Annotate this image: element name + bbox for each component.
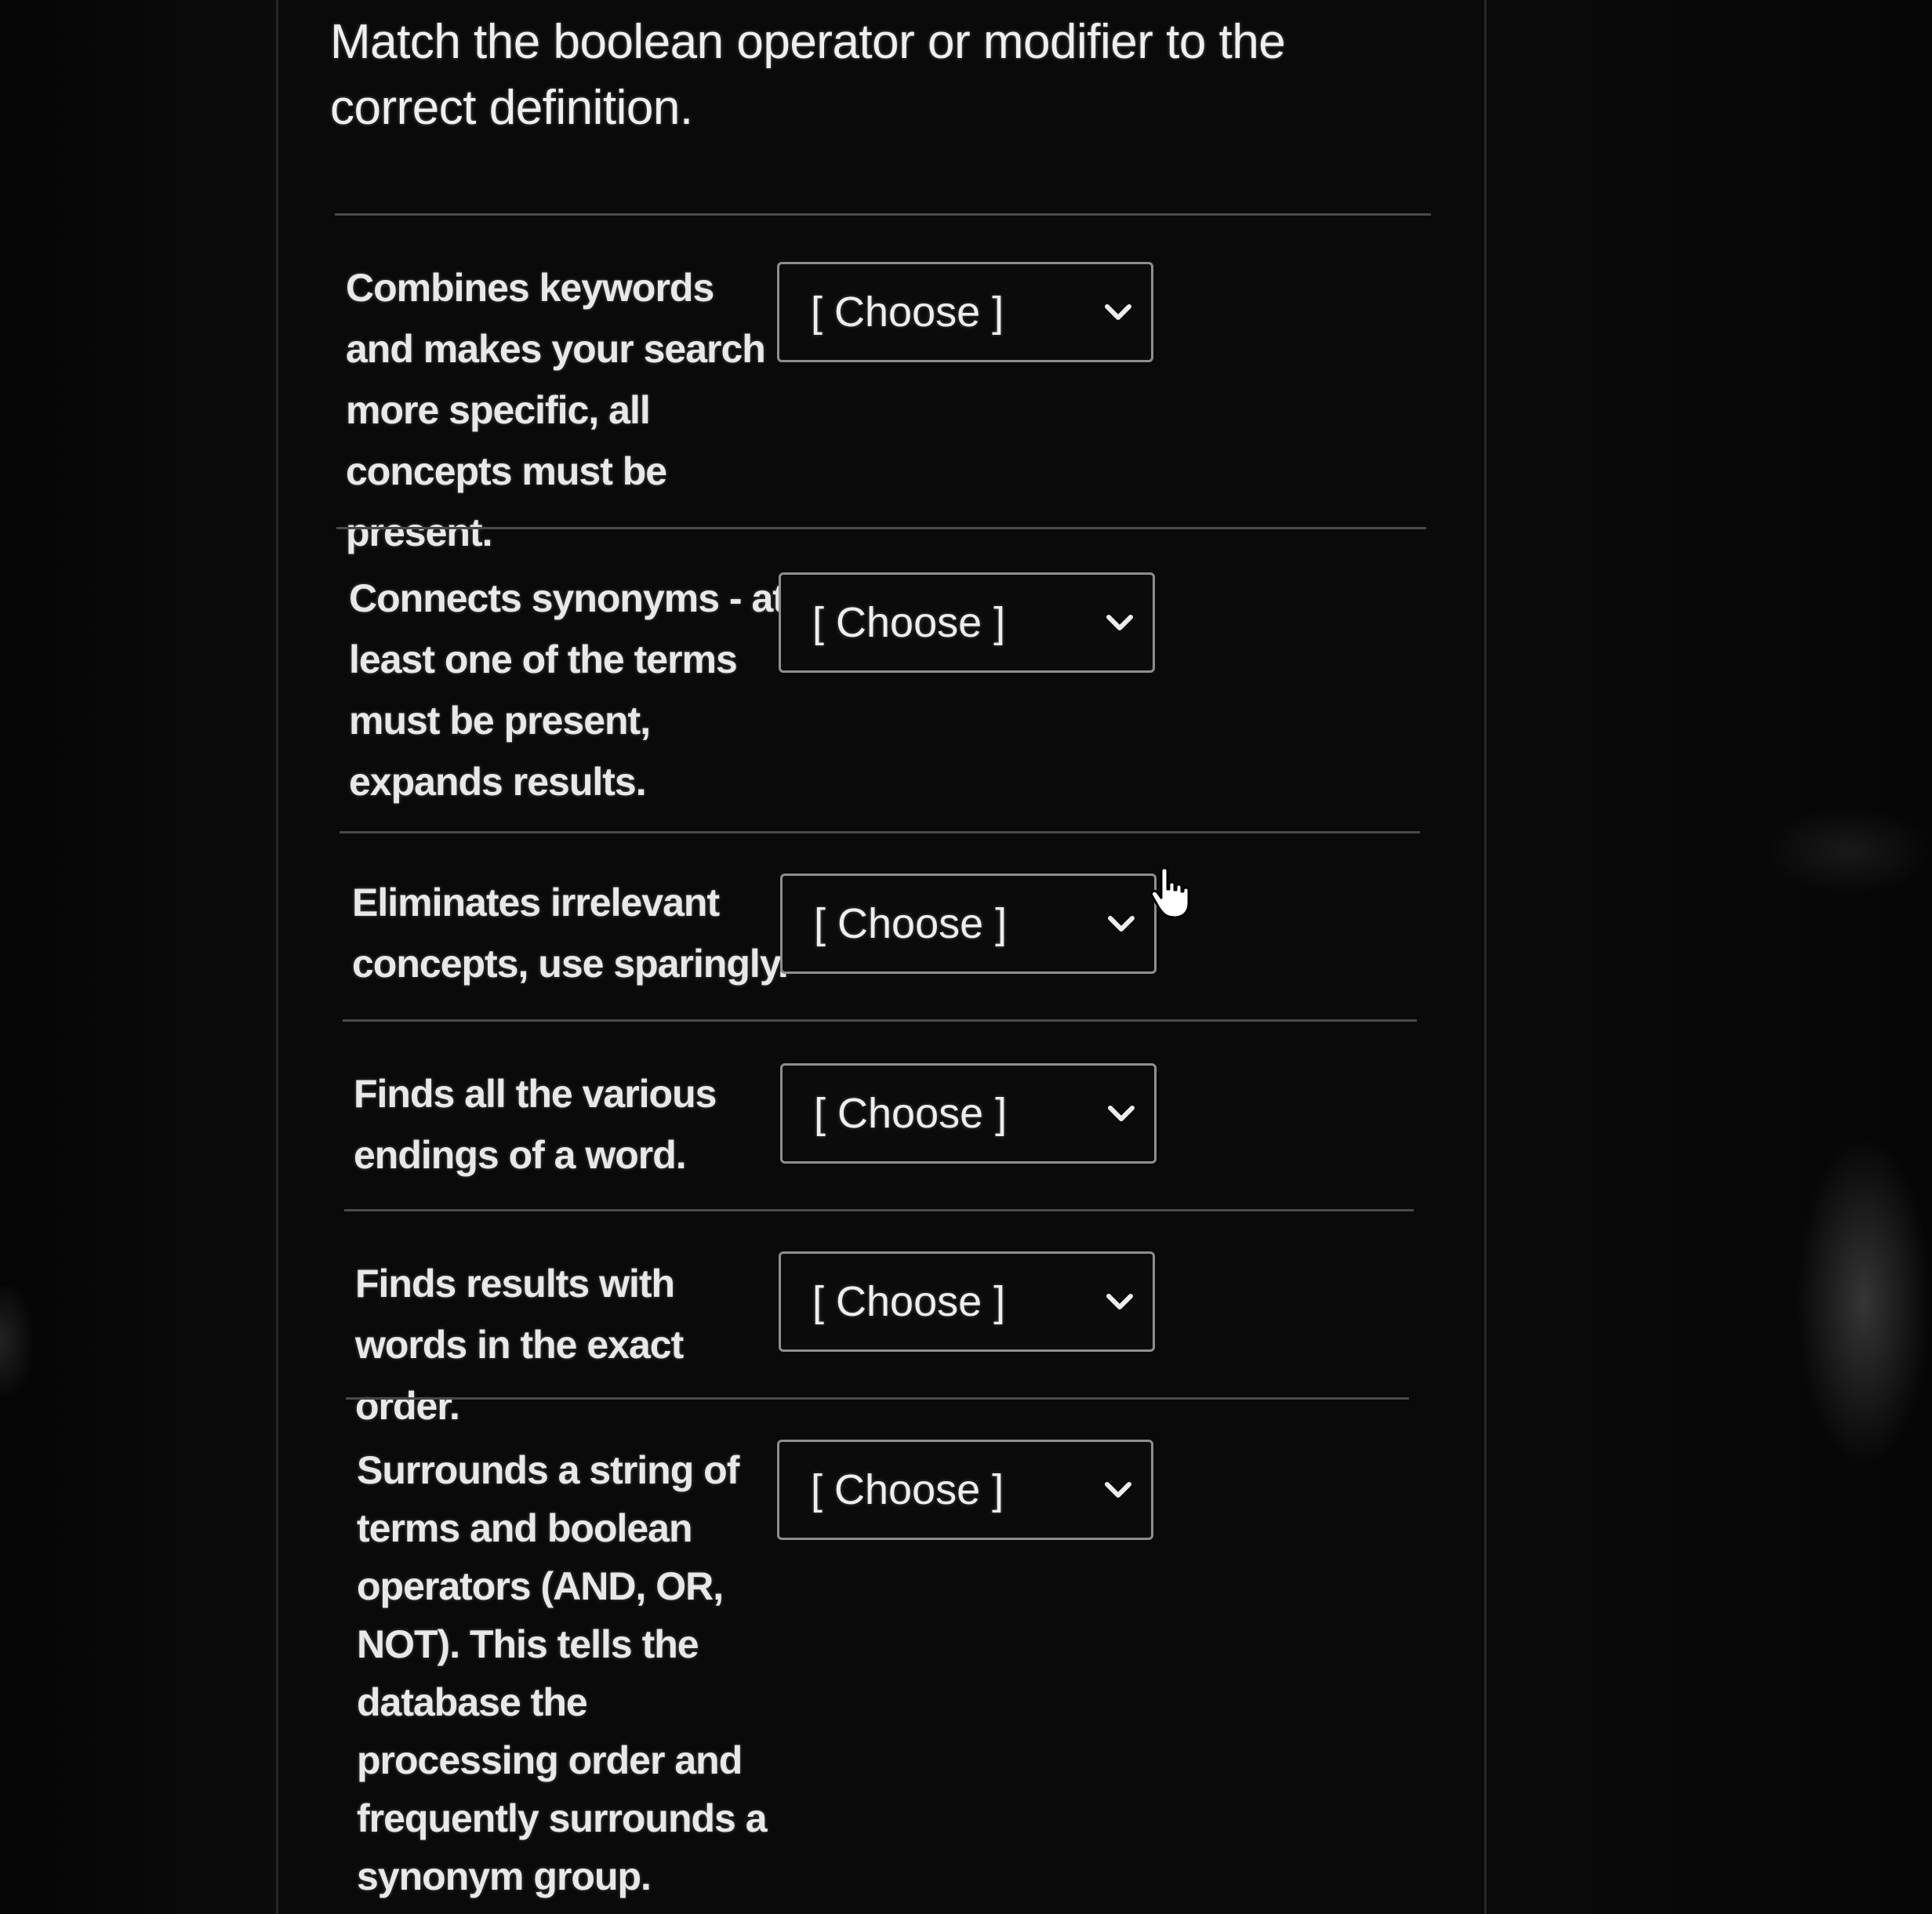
match-definition-label: Finds results with words in the exact or… xyxy=(355,1262,684,1428)
dropdown-selected-value: [ Choose ] xyxy=(814,900,1008,947)
chevron-down-icon xyxy=(1099,294,1137,332)
divider xyxy=(343,1019,1417,1022)
dropdown-selected-value: [ Choose ] xyxy=(814,1090,1008,1137)
match-definition-label: Eliminates irrelevant concepts, use spar… xyxy=(352,881,789,986)
quiz-question-panel: Match the boolean operator or modifier t… xyxy=(276,0,1487,1914)
match-answer-dropdown[interactable]: [ Choose ] xyxy=(779,1251,1155,1352)
match-definition-label: Finds all the various endings of a word. xyxy=(354,1072,717,1177)
match-definition-label: Surrounds a string of terms and boolean … xyxy=(357,1448,768,1898)
dropdown-selected-value: [ Choose ] xyxy=(811,289,1004,336)
screen: Match the boolean operator or modifier t… xyxy=(0,0,1932,1914)
hand-pointer-icon xyxy=(1147,866,1194,921)
chevron-down-icon xyxy=(1101,605,1138,642)
screen-reflection xyxy=(0,1286,31,1396)
match-answer-dropdown[interactable]: [ Choose ] xyxy=(777,1440,1153,1540)
chevron-down-icon xyxy=(1099,1472,1137,1509)
divider xyxy=(336,527,1426,529)
match-answer-dropdown[interactable]: [ Choose ] xyxy=(780,1063,1157,1164)
dropdown-selected-value: [ Choose ] xyxy=(812,599,1006,646)
divider xyxy=(335,213,1431,216)
chevron-down-icon xyxy=(1102,906,1140,943)
screen-reflection xyxy=(1796,1137,1932,1466)
dropdown-selected-value: [ Choose ] xyxy=(811,1466,1004,1513)
screen-reflection xyxy=(1764,808,1932,894)
dropdown-selected-value: [ Choose ] xyxy=(812,1278,1006,1325)
chevron-down-icon xyxy=(1101,1284,1138,1321)
question-title: Match the boolean operator or modifier t… xyxy=(330,15,1286,135)
divider xyxy=(344,1209,1414,1211)
match-answer-dropdown[interactable]: [ Choose ] xyxy=(780,873,1157,974)
match-definition-label: Combines keywords and makes your search … xyxy=(346,266,766,554)
match-answer-dropdown[interactable]: [ Choose ] xyxy=(777,262,1153,362)
match-definition-label: Connects synonyms - at least one of the … xyxy=(349,576,786,804)
chevron-down-icon xyxy=(1102,1095,1140,1133)
match-answer-dropdown[interactable]: [ Choose ] xyxy=(779,572,1155,673)
divider xyxy=(346,1397,1409,1400)
divider xyxy=(340,831,1420,834)
